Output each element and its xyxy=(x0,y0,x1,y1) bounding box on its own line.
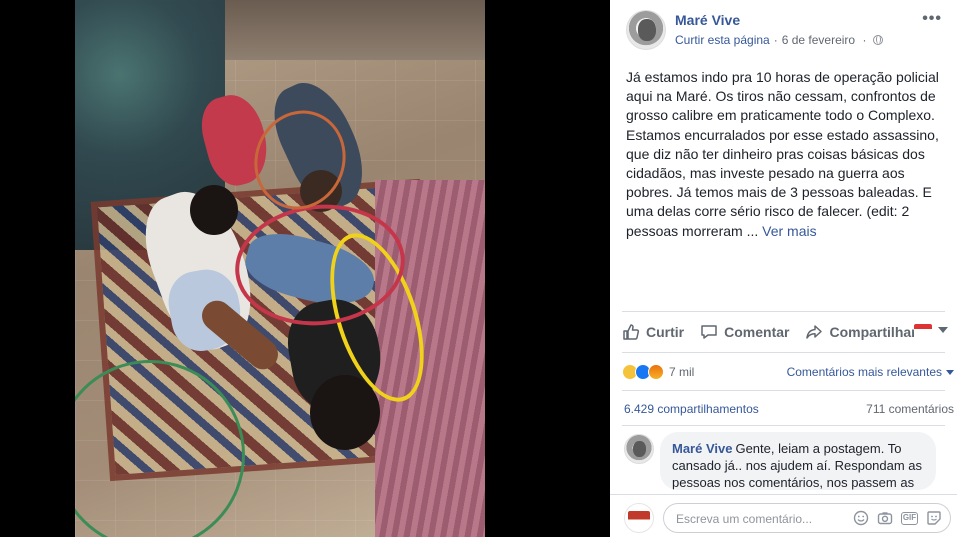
angry-reaction-icon xyxy=(648,364,664,380)
comment-input[interactable] xyxy=(676,511,846,527)
post-meta: Curtir esta página · 6 de fevereiro · xyxy=(675,33,884,47)
comments-count[interactable]: 711 comentários xyxy=(866,402,954,416)
share-arrow-icon xyxy=(806,325,823,339)
comment-author-link[interactable]: Maré Vive xyxy=(672,441,732,456)
post-date[interactable]: 6 de fevereiro xyxy=(782,33,855,47)
post-as-selector[interactable] xyxy=(914,324,948,336)
camera-icon[interactable] xyxy=(877,510,893,526)
post-panel: Maré Vive Curtir esta página · 6 de fevere… xyxy=(610,0,957,537)
avatar-face xyxy=(633,441,646,457)
thumbs-up-icon xyxy=(623,324,640,340)
emoji-icon[interactable] xyxy=(853,510,869,526)
caret-down-icon xyxy=(938,327,948,333)
emoji-icon-glyph xyxy=(853,510,869,526)
page-mini-avatar xyxy=(914,324,932,336)
photo-wall xyxy=(225,0,485,60)
caret-down-icon xyxy=(946,369,954,375)
meta-separator: · xyxy=(773,33,778,47)
post-text: Já estamos indo pra 10 horas de operação… xyxy=(626,68,944,241)
avatar-face xyxy=(638,19,656,41)
share-button[interactable]: Compartilhar xyxy=(805,316,917,348)
like-button[interactable]: Curtir xyxy=(622,316,684,348)
photo-head xyxy=(190,185,238,235)
divider xyxy=(622,390,945,391)
sticker-icon-glyph xyxy=(927,511,941,525)
page-logo xyxy=(628,511,650,525)
comment-label: Comentar xyxy=(724,324,790,340)
comment-button[interactable]: Comentar xyxy=(700,316,789,348)
see-more-link[interactable]: Ver mais xyxy=(762,223,816,239)
comment-composer: GIF xyxy=(610,494,957,537)
reactions-summary[interactable]: 7 mil Comentários mais relevantes xyxy=(622,360,956,384)
comment-bubble-icon xyxy=(701,325,717,339)
post-actions: Curtir Comentar Compartilhar xyxy=(622,316,952,348)
post-body: Já estamos indo pra 10 horas de operação… xyxy=(626,69,939,239)
sticker-icon[interactable] xyxy=(926,510,942,526)
page-name-link[interactable]: Maré Vive xyxy=(675,12,740,28)
reactions-count[interactable]: 7 mil xyxy=(669,365,694,379)
divider xyxy=(622,311,945,312)
divider xyxy=(622,352,945,353)
comment-sort-dropdown[interactable]: Comentários mais relevantes xyxy=(787,365,954,379)
like-label: Curtir xyxy=(646,324,685,340)
divider xyxy=(622,425,945,426)
composer-icons: GIF xyxy=(845,510,942,526)
meta-separator: · xyxy=(862,33,867,47)
engagement-counts: 6.429 compartilhamentos 711 comentários xyxy=(624,402,954,416)
comment-box[interactable]: GIF xyxy=(663,503,951,533)
like-page-link[interactable]: Curtir esta página xyxy=(675,33,770,47)
post-header: Maré Vive Curtir esta página · 6 de fevere… xyxy=(626,10,946,52)
shares-count[interactable]: 6.429 compartilhamentos xyxy=(624,402,759,416)
comment-bubble: Maré Vive Gente, leiam a postagem. To can… xyxy=(660,432,936,490)
gif-icon[interactable]: GIF xyxy=(901,511,918,525)
camera-icon-glyph xyxy=(877,512,893,525)
share-label: Compartilhar xyxy=(829,324,917,340)
comment-sort-label: Comentários mais relevantes xyxy=(786,365,942,379)
page-avatar[interactable] xyxy=(626,10,666,50)
post-photo[interactable] xyxy=(75,0,485,537)
photo-viewer[interactable] xyxy=(0,0,610,537)
globe-icon[interactable] xyxy=(873,35,884,45)
current-user-avatar[interactable] xyxy=(624,503,654,533)
more-options-icon[interactable]: ••• xyxy=(922,11,942,27)
commenter-avatar[interactable] xyxy=(624,434,654,464)
